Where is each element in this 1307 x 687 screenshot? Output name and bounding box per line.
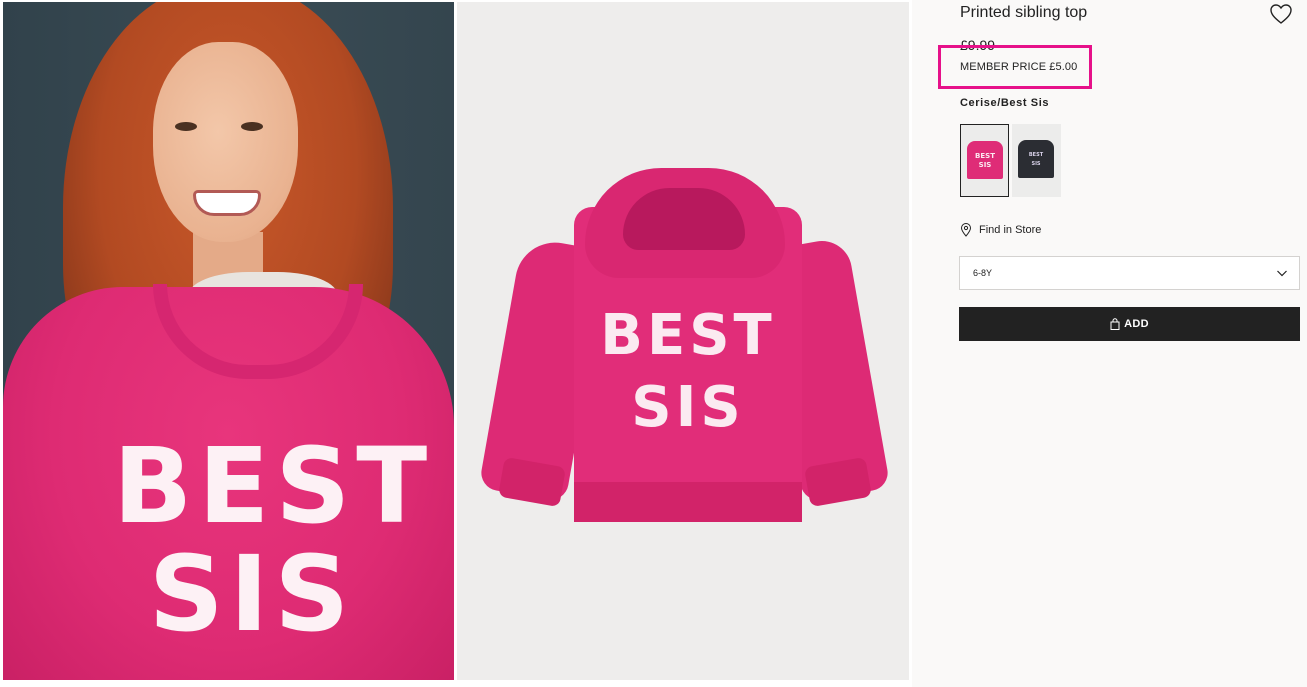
find-in-store-link[interactable]: Find in Store xyxy=(960,222,1041,238)
color-swatch-black[interactable]: BEST SIS xyxy=(1012,124,1061,197)
product-print-line2: SIS xyxy=(631,375,745,440)
color-swatch-cerise[interactable]: BEST SIS xyxy=(960,124,1009,197)
model-print-line1: BEST xyxy=(113,425,434,547)
model-eye-left xyxy=(175,122,197,131)
find-in-store-label: Find in Store xyxy=(979,224,1042,236)
model-smile xyxy=(193,190,261,216)
heart-icon xyxy=(1270,4,1292,24)
member-price-highlight xyxy=(938,45,1092,89)
size-dropdown-value: 6-8Y xyxy=(973,268,993,278)
model-photo[interactable]: BEST SIS xyxy=(3,2,454,680)
add-button-label: ADD xyxy=(1124,318,1149,330)
model-eye-right xyxy=(241,122,263,131)
product-hoodie-print: BEST SIS xyxy=(588,300,788,444)
chevron-down-icon xyxy=(1277,270,1287,277)
location-pin-icon xyxy=(960,223,972,237)
product-hoodie-hem xyxy=(574,482,802,522)
product-photo[interactable]: BEST SIS xyxy=(457,2,909,680)
favorite-button[interactable] xyxy=(1269,3,1293,25)
selected-color-name: Cerise/Best Sis xyxy=(960,97,1050,109)
product-title: Printed sibling top xyxy=(960,4,1088,21)
bag-icon xyxy=(1110,318,1120,330)
swatch-print: BEST SIS xyxy=(975,152,995,169)
product-hood-inner xyxy=(623,188,745,250)
size-dropdown[interactable]: 6-8Y xyxy=(959,256,1300,290)
model-print-line2: SIS xyxy=(148,533,356,655)
model-face xyxy=(153,42,298,242)
product-print-line1: BEST xyxy=(600,303,776,368)
add-to-bag-button[interactable]: ADD xyxy=(959,307,1300,341)
swatch-print: BEST SIS xyxy=(1028,152,1044,167)
model-hoodie-print: BEST SIS xyxy=(113,425,434,655)
